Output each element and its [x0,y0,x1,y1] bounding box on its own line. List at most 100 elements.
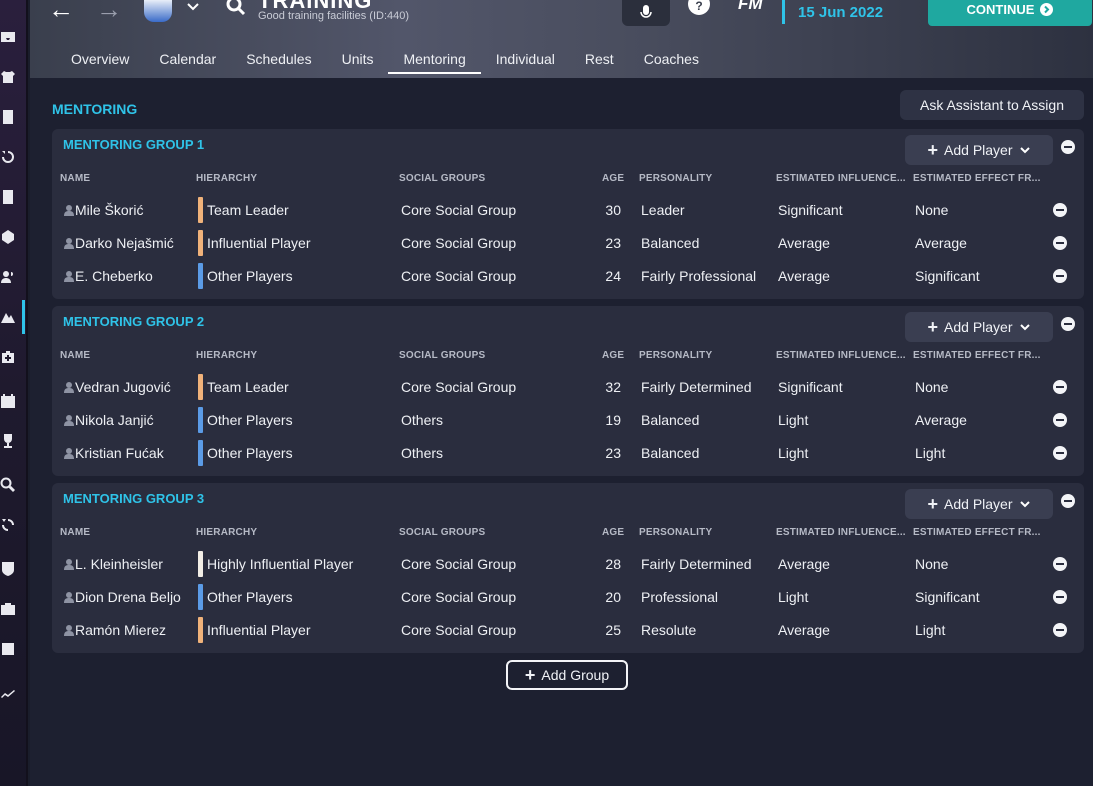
table-row[interactable]: Vedran Jugović Team Leader Core Social Gro… [52,370,1084,403]
tab-overview[interactable]: Overview [56,46,144,72]
fm-menu-button[interactable]: FM [738,0,763,14]
report-icon[interactable] [0,684,16,702]
remove-group-button[interactable] [1061,494,1075,508]
remove-player-button[interactable] [1053,446,1067,460]
remove-player-button[interactable] [1053,590,1067,604]
tab-individual[interactable]: Individual [481,46,570,72]
tab-calendar[interactable]: Calendar [144,46,231,72]
club-badge-icon[interactable] [144,0,172,22]
hierarchy-color-bar [198,584,203,610]
press-conference-button[interactable] [622,0,670,26]
tab-units[interactable]: Units [327,46,389,72]
remove-group-button[interactable] [1061,317,1075,331]
cell-name[interactable]: Nikola Janjić [75,403,154,436]
competitions-icon[interactable] [0,432,16,450]
table-row[interactable]: Dion Drena Beljo Other Players Core Social… [52,580,1084,613]
remove-group-button[interactable] [1061,140,1075,154]
continue-button[interactable]: CONTINUE [928,0,1092,26]
date-accent-bar [782,0,785,24]
column-header-social[interactable]: SOCIAL GROUPS [399,350,485,361]
column-header-age[interactable]: AGE [602,350,624,361]
remove-player-button[interactable] [1053,236,1067,250]
cell-name[interactable]: E. Cheberko [75,259,153,292]
training-icon[interactable] [0,308,16,326]
column-header-personality[interactable]: PERSONALITY [639,527,712,538]
remove-player-button[interactable] [1053,203,1067,217]
column-header-name[interactable]: NAME [60,350,90,361]
table-row[interactable]: E. Cheberko Other Players Core Social Grou… [52,259,1084,292]
table-row[interactable]: Ramón Mierez Influential Player Core Socia… [52,613,1084,646]
finances-icon[interactable] [0,600,16,618]
club-info-icon[interactable] [0,560,16,578]
column-header-hierarchy[interactable]: HIERARCHY [196,173,257,184]
add-player-button[interactable]: + Add Player [905,135,1053,165]
tactics-icon[interactable] [0,108,16,126]
help-icon[interactable]: ? [688,0,710,16]
column-header-social[interactable]: SOCIAL GROUPS [399,527,485,538]
cell-name[interactable]: Ramón Mierez [75,613,166,646]
cell-name[interactable]: Dion Drena Beljo [75,580,181,613]
column-header-name[interactable]: NAME [60,527,90,538]
chevron-down-icon[interactable] [186,0,200,14]
cell-name[interactable]: L. Kleinheisler [75,547,163,580]
tab-schedules[interactable]: Schedules [231,46,326,72]
remove-player-button[interactable] [1053,380,1067,394]
table-row[interactable]: Kristian Fućak Other Players Others 23 Balan… [52,436,1084,469]
tab-mentoring[interactable]: Mentoring [388,46,482,74]
cell-name[interactable]: Mile Škorić [75,193,143,226]
medical-icon[interactable] [0,348,16,366]
hierarchy-color-bar [198,440,203,466]
forward-arrow-icon[interactable]: → [96,0,122,25]
search-icon[interactable] [226,0,246,16]
cell-name[interactable]: Darko Nejašmić [75,226,174,259]
cell-name[interactable]: Vedran Jugović [75,370,171,403]
table-row[interactable]: Mile Škorić Team Leader Core Social Group 3… [52,193,1084,226]
column-header-personality[interactable]: PERSONALITY [639,173,712,184]
plus-icon: + [927,317,939,337]
table-row[interactable]: Nikola Janjić Other Players Others 19 Balanc… [52,403,1084,436]
squad-icon[interactable] [0,68,16,86]
table-row[interactable]: L. Kleinheisler Highly Influential Player… [52,547,1084,580]
cell-personality: Fairly Determined [641,378,752,395]
cell-social: Core Social Group [401,621,517,638]
mentoring-group-1: MENTORING GROUP 1 + Add Player NAME HIERARCH… [52,129,1084,299]
transfers-icon[interactable] [0,516,16,534]
add-player-button[interactable]: + Add Player [905,312,1053,342]
schedule-icon[interactable] [0,228,16,246]
remove-player-button[interactable] [1053,623,1067,637]
staff-icon[interactable] [0,268,16,286]
column-header-influence[interactable]: ESTIMATED INFLUENCE... [776,173,906,184]
remove-player-button[interactable] [1053,413,1067,427]
remove-player-button[interactable] [1053,557,1067,571]
tab-coaches[interactable]: Coaches [629,46,714,72]
column-header-influence[interactable]: ESTIMATED INFLUENCE... [776,350,906,361]
cell-social: Core Social Group [401,378,517,395]
column-header-hierarchy[interactable]: HIERARCHY [196,350,257,361]
ask-assistant-button[interactable]: Ask Assistant to Assign [900,90,1084,120]
remove-player-button[interactable] [1053,269,1067,283]
column-header-social[interactable]: SOCIAL GROUPS [399,173,485,184]
column-header-effect[interactable]: ESTIMATED EFFECT FR... [913,173,1041,184]
table-row[interactable]: Darko Nejašmić Influential Player Core Soc… [52,226,1084,259]
cell-influence: Light [778,411,809,428]
column-header-effect[interactable]: ESTIMATED EFFECT FR... [913,350,1041,361]
scouting-icon[interactable] [0,476,16,494]
add-player-button[interactable]: + Add Player [905,489,1053,519]
back-arrow-icon[interactable]: ← [48,0,74,25]
column-header-name[interactable]: NAME [60,173,90,184]
dynamics-icon[interactable] [0,148,16,166]
add-group-button[interactable]: + Add Group [506,660,628,690]
inbox-icon[interactable] [0,28,16,46]
column-header-age[interactable]: AGE [602,173,624,184]
column-header-personality[interactable]: PERSONALITY [639,350,712,361]
tab-rest[interactable]: Rest [570,46,629,72]
column-header-influence[interactable]: ESTIMATED INFLUENCE... [776,527,906,538]
column-header-hierarchy[interactable]: HIERARCHY [196,527,257,538]
player-silhouette-icon [64,382,74,393]
cell-name[interactable]: Kristian Fućak [75,436,164,469]
column-header-effect[interactable]: ESTIMATED EFFECT FR... [913,527,1041,538]
calendar-icon[interactable] [0,392,16,410]
column-header-age[interactable]: AGE [602,527,624,538]
dev-centre-icon[interactable] [0,640,16,658]
data-hub-icon[interactable] [0,188,16,206]
